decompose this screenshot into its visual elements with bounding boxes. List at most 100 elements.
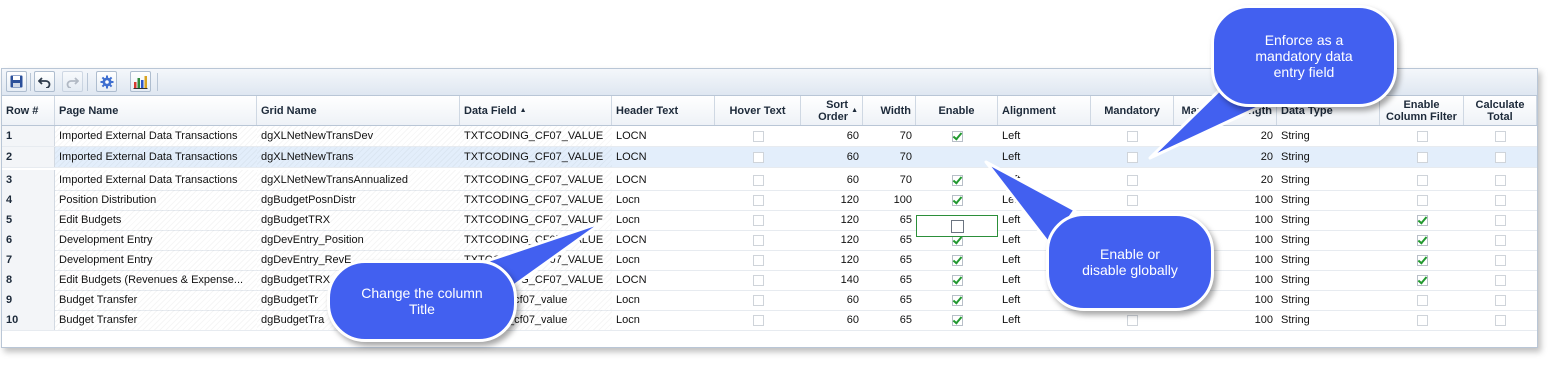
cell-width[interactable]: 65	[863, 310, 916, 330]
column-header-colfilter[interactable]: Enable Column Filter	[1380, 96, 1464, 125]
hover-checkbox[interactable]	[752, 130, 764, 142]
cell-mandatory[interactable]	[1091, 147, 1174, 167]
cell-header[interactable]: LOCN	[612, 230, 715, 250]
cell-header[interactable]: Locn	[612, 290, 715, 310]
calc-checkbox[interactable]	[1495, 151, 1506, 163]
cell-width[interactable]: 100	[863, 190, 916, 210]
cell-header[interactable]: Locn	[612, 250, 715, 270]
cell-enable[interactable]	[916, 190, 998, 210]
cell-sort[interactable]: 120	[801, 210, 863, 230]
calc-checkbox[interactable]	[1495, 214, 1506, 226]
enable-checkbox[interactable]	[951, 130, 963, 142]
cell-dtype[interactable]: String	[1277, 190, 1380, 210]
cell-sort[interactable]: 60	[801, 170, 863, 190]
cell-field[interactable]: TXTCODING_CF07_VALUE	[460, 147, 612, 167]
cell-colfilter[interactable]	[1380, 147, 1464, 167]
cell-calc[interactable]	[1464, 170, 1537, 190]
cell-align[interactable]: Left	[998, 126, 1091, 146]
column-header-mandatory[interactable]: Mandatory	[1091, 96, 1174, 125]
cell-colfilter[interactable]	[1380, 270, 1464, 290]
column-header-align[interactable]: Alignment	[998, 96, 1091, 125]
calc-checkbox[interactable]	[1495, 274, 1506, 286]
cell-align[interactable]: Left	[998, 190, 1091, 210]
cell-grid[interactable]: dgBudgetPosnDistr	[257, 190, 460, 210]
colfilter-checkbox[interactable]	[1416, 151, 1428, 163]
column-header-calc[interactable]: Calculate Total	[1464, 96, 1537, 125]
cell-dtype[interactable]: String	[1277, 230, 1380, 250]
cell-header[interactable]: Locn	[612, 210, 715, 230]
cell-page[interactable]: Development Entry	[55, 250, 257, 270]
calc-checkbox[interactable]	[1495, 194, 1506, 206]
cell-maxlen[interactable]: 20	[1174, 147, 1277, 167]
column-header-sort[interactable]: Sort Order ▲	[801, 96, 863, 125]
hover-checkbox[interactable]	[752, 234, 764, 246]
enable-checkbox[interactable]	[951, 254, 963, 266]
save-button[interactable]	[6, 71, 27, 92]
cell-grid[interactable]: dgBudgetTRX	[257, 210, 460, 230]
cell-enable[interactable]	[916, 170, 998, 190]
cell-header[interactable]: LOCN	[612, 170, 715, 190]
cell-colfilter[interactable]	[1380, 290, 1464, 310]
cell-colfilter[interactable]	[1380, 310, 1464, 330]
cell-header[interactable]: Locn	[612, 310, 715, 330]
table-row[interactable]: 2 Imported External Data Transactions dgXL…	[2, 147, 1537, 168]
cell-mandatory[interactable]	[1091, 310, 1174, 330]
cell-maxlen[interactable]: 100	[1174, 310, 1277, 330]
enable-checkbox[interactable]	[951, 314, 963, 326]
table-row[interactable]: 9Budget TransferdgBudgetTrtxtcoding_cf07…	[2, 290, 1537, 311]
calc-checkbox[interactable]	[1495, 314, 1506, 326]
cell-calc[interactable]	[1464, 147, 1537, 167]
table-row[interactable]: 6 Development Entry dgDevEntry_Position TXT…	[2, 230, 1537, 251]
cell-mandatory[interactable]	[1091, 126, 1174, 146]
cell-align[interactable]: Left	[998, 170, 1091, 190]
calc-checkbox[interactable]	[1495, 294, 1506, 306]
calc-checkbox[interactable]	[1495, 130, 1506, 142]
cell-width[interactable]: 70	[863, 126, 916, 146]
cell-mandatory[interactable]	[1091, 190, 1174, 210]
hover-checkbox[interactable]	[752, 151, 764, 163]
cell-dtype[interactable]: String	[1277, 126, 1380, 146]
cell-page[interactable]: Imported External Data Transactions	[55, 147, 257, 167]
cell-hover[interactable]	[715, 250, 801, 270]
column-header-page[interactable]: Page Name	[55, 96, 257, 125]
cell-enable[interactable]	[916, 270, 998, 290]
mandatory-checkbox[interactable]	[1127, 194, 1138, 206]
table-row[interactable]: 4 Position Distribution dgBudgetPosnDistr T…	[2, 190, 1537, 211]
cell-hover[interactable]	[715, 147, 801, 167]
cell-colfilter[interactable]	[1380, 170, 1464, 190]
colfilter-checkbox[interactable]	[1416, 194, 1428, 206]
cell-page[interactable]: Budget Transfer	[55, 290, 257, 310]
table-row[interactable]: 10 Budget Transfer dgBudgetTra txtcoding_cf…	[2, 310, 1537, 331]
cell-grid[interactable]: dgDevEntry_Position	[257, 230, 460, 250]
cell-sort[interactable]: 60	[801, 290, 863, 310]
column-header-width[interactable]: Width	[863, 96, 916, 125]
cell-dtype[interactable]: String	[1277, 270, 1380, 290]
hover-checkbox[interactable]	[752, 254, 764, 266]
column-header-enable[interactable]: Enable	[916, 96, 998, 125]
cell-sort[interactable]: 60	[801, 126, 863, 146]
cell-dtype[interactable]: String	[1277, 170, 1380, 190]
cell-sort[interactable]: 120	[801, 190, 863, 210]
cell-width[interactable]: 65	[863, 270, 916, 290]
cell-calc[interactable]	[1464, 190, 1537, 210]
cell-enable[interactable]	[916, 290, 998, 310]
cell-width[interactable]: 70	[863, 147, 916, 167]
cell-width[interactable]: 70	[863, 170, 916, 190]
cell-hover[interactable]	[715, 126, 801, 146]
cell-sort[interactable]: 60	[801, 310, 863, 330]
cell-dtype[interactable]: String	[1277, 290, 1380, 310]
cell-colfilter[interactable]	[1380, 190, 1464, 210]
cell-grid[interactable]: dgXLNetNewTransDev	[257, 126, 460, 146]
cell-maxlen[interactable]: 20	[1174, 170, 1277, 190]
cell-sort[interactable]: 140	[801, 270, 863, 290]
mandatory-checkbox[interactable]	[1127, 174, 1138, 186]
cell-colfilter[interactable]	[1380, 250, 1464, 270]
cell-dtype[interactable]: String	[1277, 310, 1380, 330]
hover-checkbox[interactable]	[752, 174, 764, 186]
colfilter-checkbox[interactable]	[1416, 254, 1428, 266]
column-header-grid[interactable]: Grid Name	[257, 96, 460, 125]
cell-header[interactable]: Locn	[612, 190, 715, 210]
cell-hover[interactable]	[715, 290, 801, 310]
cell-grid[interactable]: dgXLNetNewTrans	[257, 147, 460, 167]
cell-field[interactable]: TXTCODING_CF07_VALUE	[460, 126, 612, 146]
